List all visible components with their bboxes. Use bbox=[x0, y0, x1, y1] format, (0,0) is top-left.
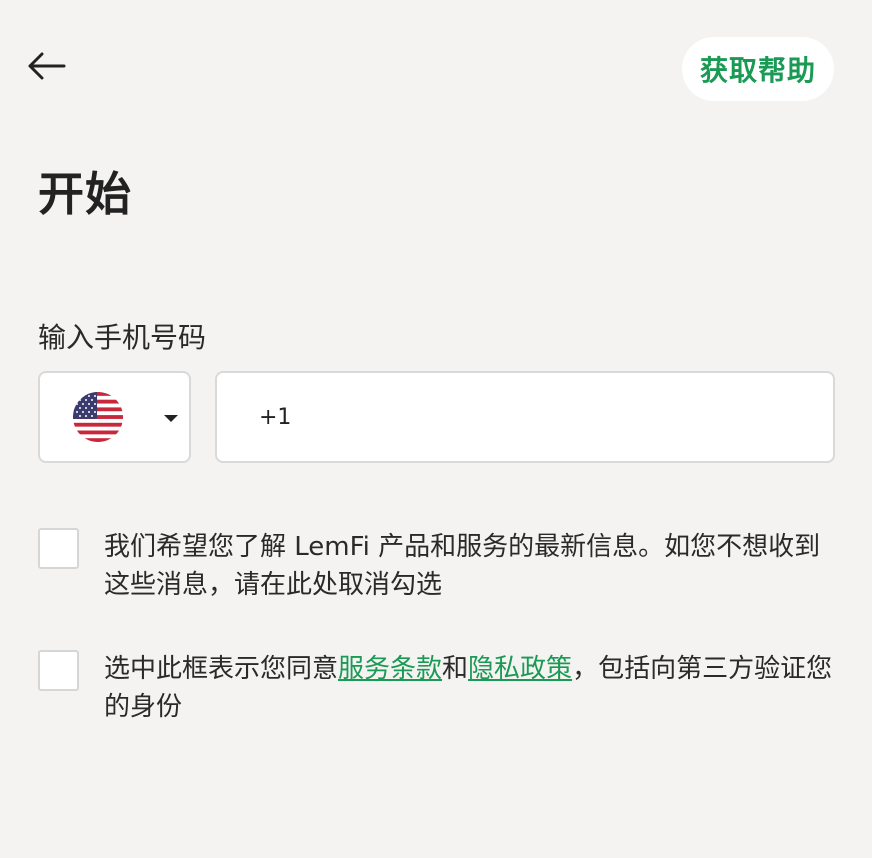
country-code-select[interactable] bbox=[38, 371, 191, 463]
phone-number-input[interactable] bbox=[215, 371, 835, 463]
marketing-consent-checkbox[interactable] bbox=[38, 528, 79, 569]
back-button[interactable] bbox=[24, 46, 68, 86]
privacy-policy-link[interactable]: 隐私政策 bbox=[468, 654, 572, 684]
get-help-button[interactable]: 获取帮助 bbox=[682, 37, 834, 101]
phone-label: 输入手机号码 bbox=[38, 321, 207, 354]
terms-consent-checkbox[interactable] bbox=[38, 650, 79, 691]
marketing-consent-text: 我们希望您了解 LemFi 产品和服务的最新信息。如您不想收到这些消息，请在此处… bbox=[104, 532, 821, 600]
terms-consent-text: 选中此框表示您同意服务条款和隐私政策，包括向第三方验证您的身份 bbox=[104, 650, 834, 726]
us-flag-icon bbox=[73, 392, 123, 442]
terms-text-and: 和 bbox=[442, 654, 469, 684]
signup-page: 获取帮助 开始 输入手机号码 +1 我们希望您了解 LemFi 产品和服务的最新… bbox=[0, 0, 872, 858]
chevron-down-icon bbox=[164, 415, 178, 422]
terms-text-before: 选中此框表示您同意 bbox=[104, 654, 339, 684]
arrow-left-icon bbox=[28, 52, 66, 80]
page-title: 开始 bbox=[38, 167, 132, 221]
terms-of-service-link[interactable]: 服务条款 bbox=[338, 654, 442, 684]
